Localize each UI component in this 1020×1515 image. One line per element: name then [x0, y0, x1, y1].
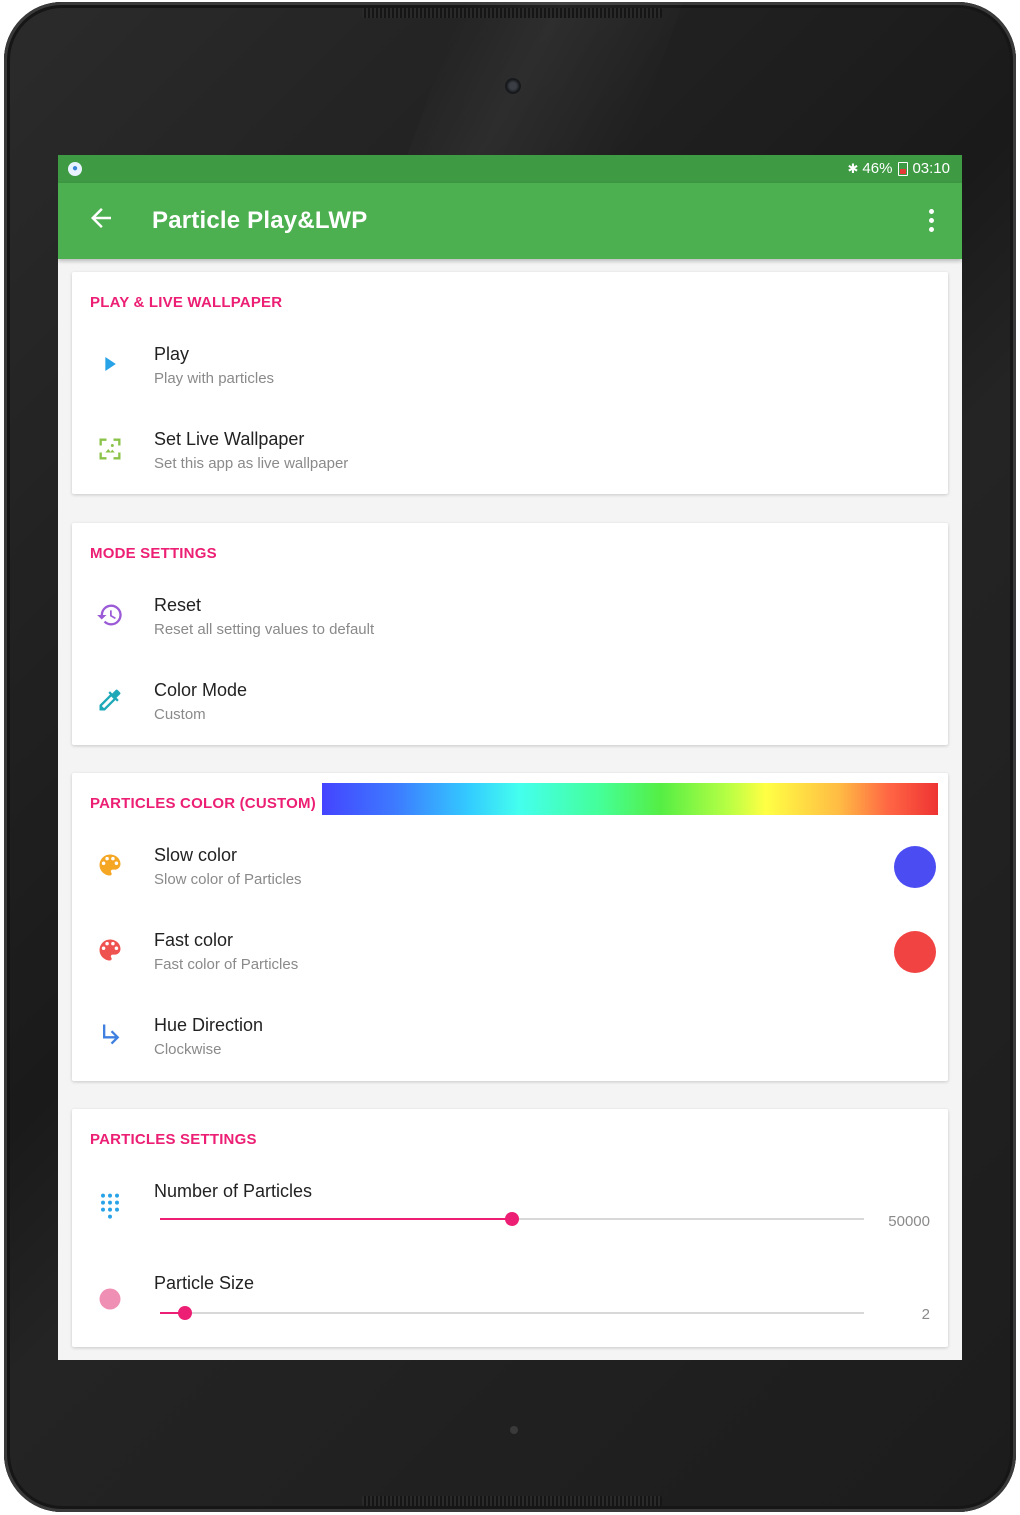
palette-icon	[99, 854, 121, 876]
card-particles-color: PARTICLES COLOR (CUSTOM) Slow color Slow…	[72, 773, 948, 1081]
bluetooth-icon: ✱	[847, 160, 859, 176]
status-bar: ● ✱ 46% 03:10	[58, 155, 962, 183]
microphone-hole	[510, 1426, 518, 1434]
battery-icon	[898, 161, 909, 176]
pref-slow-color[interactable]: Slow color Slow color of Particles	[72, 831, 948, 911]
slider-value: 50000	[888, 1213, 930, 1230]
pref-title: Set Live Wallpaper	[154, 429, 305, 449]
clock: 03:10	[912, 160, 950, 177]
front-camera	[505, 78, 521, 94]
dot-icon	[99, 1288, 121, 1310]
pref-title: Reset	[154, 595, 202, 615]
pref-fast-color[interactable]: Fast color Fast color of Particles	[72, 916, 948, 996]
slider-fill	[160, 1218, 512, 1220]
screen: ● ✱ 46% 03:10 Particle Play&LWP PLAY & L…	[58, 155, 962, 1360]
pref-play[interactable]: Play Play with particles	[72, 330, 948, 410]
app-title: Particle Play&LWP	[152, 207, 368, 234]
slider-thumb[interactable]	[177, 1306, 192, 1320]
glass-reflection	[404, 2, 684, 162]
bottom-speaker-grille	[362, 1496, 662, 1506]
section-title-color: PARTICLES COLOR (CUSTOM)	[90, 795, 316, 812]
pref-set-live-wallpaper[interactable]: Set Live Wallpaper Set this app as live …	[72, 415, 948, 495]
pref-summary: Fast color of Particles	[154, 956, 299, 973]
section-title-particles: PARTICLES SETTINGS	[90, 1131, 257, 1148]
card-play-live-wallpaper: PLAY & LIVE WALLPAPER Play Play with par…	[72, 272, 948, 494]
dialpad-icon	[101, 1193, 119, 1219]
back-arrow-icon[interactable]	[86, 203, 116, 233]
app-bar: Particle Play&LWP	[58, 183, 962, 259]
pref-color-mode[interactable]: Color Mode Custom	[72, 666, 948, 746]
palette-icon	[99, 939, 121, 961]
particles-count-slider[interactable]	[160, 1212, 864, 1226]
pref-hue-direction[interactable]: Hue Direction Clockwise	[72, 1001, 948, 1081]
pref-title: Color Mode	[154, 680, 248, 700]
pref-title: Hue Direction	[154, 1015, 264, 1035]
particle-size-slider[interactable]	[160, 1306, 864, 1320]
pref-summary: Reset all setting values to default	[154, 621, 375, 638]
pref-title: Particle Size	[154, 1273, 255, 1293]
pref-title: Slow color	[154, 845, 238, 865]
eyedropper-icon	[99, 689, 121, 711]
pref-title: Fast color	[154, 930, 234, 950]
slider-thumb[interactable]	[505, 1212, 519, 1226]
card-mode-settings: MODE SETTINGS Reset Reset all setting va…	[72, 523, 948, 745]
battery-percent: 46%	[862, 160, 893, 177]
wallpaper-icon	[99, 438, 121, 460]
pref-summary: Play with particles	[154, 370, 275, 387]
pref-title: Play	[154, 344, 190, 364]
section-title-play: PLAY & LIVE WALLPAPER	[90, 294, 283, 311]
top-speaker-grille	[362, 8, 662, 18]
card-particles-settings: PARTICLES SETTINGS Number of Particles 5…	[72, 1109, 948, 1347]
slow-color-swatch[interactable]	[894, 846, 936, 888]
slider-value: 2	[921, 1306, 930, 1323]
history-icon	[97, 604, 122, 626]
notification-icon: ●	[68, 162, 82, 176]
pref-reset[interactable]: Reset Reset all setting values to defaul…	[72, 581, 948, 661]
pref-summary: Clockwise	[154, 1041, 222, 1058]
play-icon	[105, 357, 116, 371]
pref-summary: Set this app as live wallpaper	[154, 455, 349, 472]
section-title-mode: MODE SETTINGS	[90, 545, 217, 562]
pref-title: Number of Particles	[154, 1181, 313, 1201]
pref-summary: Custom	[154, 706, 206, 723]
pref-summary: Slow color of Particles	[154, 871, 302, 888]
more-options-icon[interactable]	[926, 209, 936, 233]
turn-right-arrow-icon	[103, 1024, 120, 1045]
hue-spectrum-bar	[322, 783, 938, 815]
pref-particle-size: Particle Size 2	[72, 1259, 948, 1349]
pref-number-of-particles: Number of Particles 50000	[72, 1167, 948, 1257]
fast-color-swatch[interactable]	[894, 931, 936, 973]
